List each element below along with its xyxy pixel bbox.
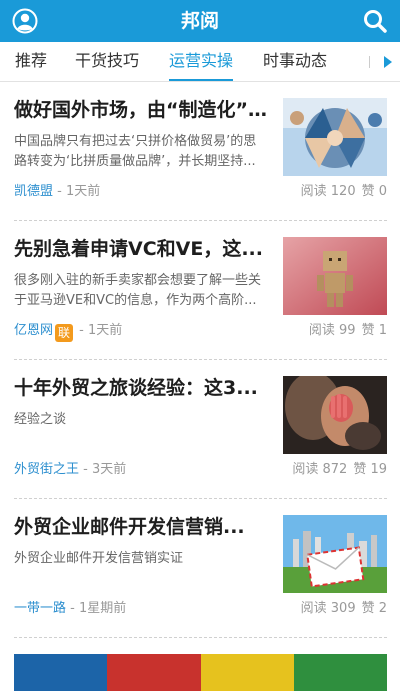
article-meta: 亿恩网联 - 1天前 (14, 321, 122, 342)
article-source[interactable]: 凯德盟 (14, 184, 53, 199)
top-app-bar: 邦阅 (0, 0, 400, 42)
article-source[interactable]: 一带一路 (14, 601, 66, 616)
article-card[interactable]: 做好国外市场，由“制造化”... 中国品牌只有把过去‘只拼价格做贸易’的思路转变… (14, 82, 387, 221)
article-meta: 一带一路 - 1星期前 (14, 599, 126, 619)
tab-operations[interactable]: 运营实操 (169, 42, 234, 81)
article-headline[interactable]: 外贸企业邮件开发信营销... (14, 514, 269, 540)
tab-recommend[interactable]: 推荐 (15, 42, 47, 81)
article-summary: 中国品牌只有把过去‘只拼价格做贸易’的思路转变为‘比拼质量做品牌’，并长期坚持.… (14, 134, 257, 169)
article-headline[interactable]: 做好国外市场，由“制造化”... (14, 97, 269, 123)
article-stats: 阅读 872 赞 19 (292, 460, 387, 480)
article-stats: 阅读 309 赞 2 (301, 599, 387, 619)
like-count: 赞 1 (361, 323, 387, 338)
article-summary: 经验之谈 (14, 412, 67, 427)
article-thumbnail[interactable] (283, 237, 387, 315)
article-time: - 1星期前 (70, 601, 127, 616)
article-card[interactable]: 外贸企业邮件开发信营销... 外贸企业邮件开发信营销实证 一带一路 - 1星期前 (14, 499, 387, 638)
article-meta: 凯德盟 - 1天前 (14, 182, 100, 202)
article-card[interactable]: 先别急着申请VC和VE，这... 很多刚入驻的新手卖家都会想要了解一些关于亚马逊… (14, 221, 387, 360)
source-badge: 联 (55, 324, 74, 342)
article-thumbnail[interactable] (283, 98, 387, 176)
like-count: 赞 19 (353, 462, 387, 477)
read-count: 阅读 99 (308, 323, 356, 338)
category-tabs: 推荐 干货技巧 运营实操 时事动态 (0, 42, 400, 82)
like-count: 赞 2 (361, 601, 387, 616)
chevron-right-icon (384, 56, 392, 68)
read-count: 阅读 120 (300, 184, 356, 199)
article-time: - 1天前 (79, 323, 123, 338)
article-card[interactable]: 十年外贸之旅谈经验：这3... 经验之谈 外贸街之王 - 3天前 阅读 872 赞… (14, 360, 387, 499)
search-icon[interactable] (362, 8, 388, 34)
article-source[interactable]: 外贸街之王 (14, 462, 79, 477)
article-headline[interactable]: 先别急着申请VC和VE，这... (14, 236, 269, 262)
article-meta: 外贸街之王 - 3天前 (14, 460, 126, 480)
article-summary: 很多刚入驻的新手卖家都会想要了解一些关于亚马逊VE和VC的信息，作为两个高阶..… (14, 273, 262, 308)
tab-tips[interactable]: 干货技巧 (75, 42, 139, 81)
article-source[interactable]: 亿恩网 (14, 323, 53, 338)
read-count: 阅读 872 (292, 462, 348, 477)
next-article-thumbnail[interactable] (14, 654, 387, 691)
article-summary: 外贸企业邮件开发信营销实证 (14, 551, 184, 566)
tab-news[interactable]: 时事动态 (263, 42, 327, 81)
article-thumbnail[interactable] (283, 376, 387, 454)
read-count: 阅读 309 (300, 601, 356, 616)
article-stats: 阅读 120 赞 0 (301, 182, 387, 202)
article-stats: 阅读 99 赞 1 (309, 321, 387, 341)
tabs-scroll-right-button[interactable] (376, 42, 400, 81)
like-count: 赞 0 (361, 184, 387, 199)
article-thumbnail[interactable] (283, 515, 387, 593)
tab-divider (369, 56, 370, 68)
article-headline[interactable]: 十年外贸之旅谈经验：这3... (14, 375, 269, 401)
article-time: - 3天前 (83, 462, 127, 477)
app-title: 邦阅 (180, 10, 219, 32)
article-time: - 1天前 (57, 184, 101, 199)
